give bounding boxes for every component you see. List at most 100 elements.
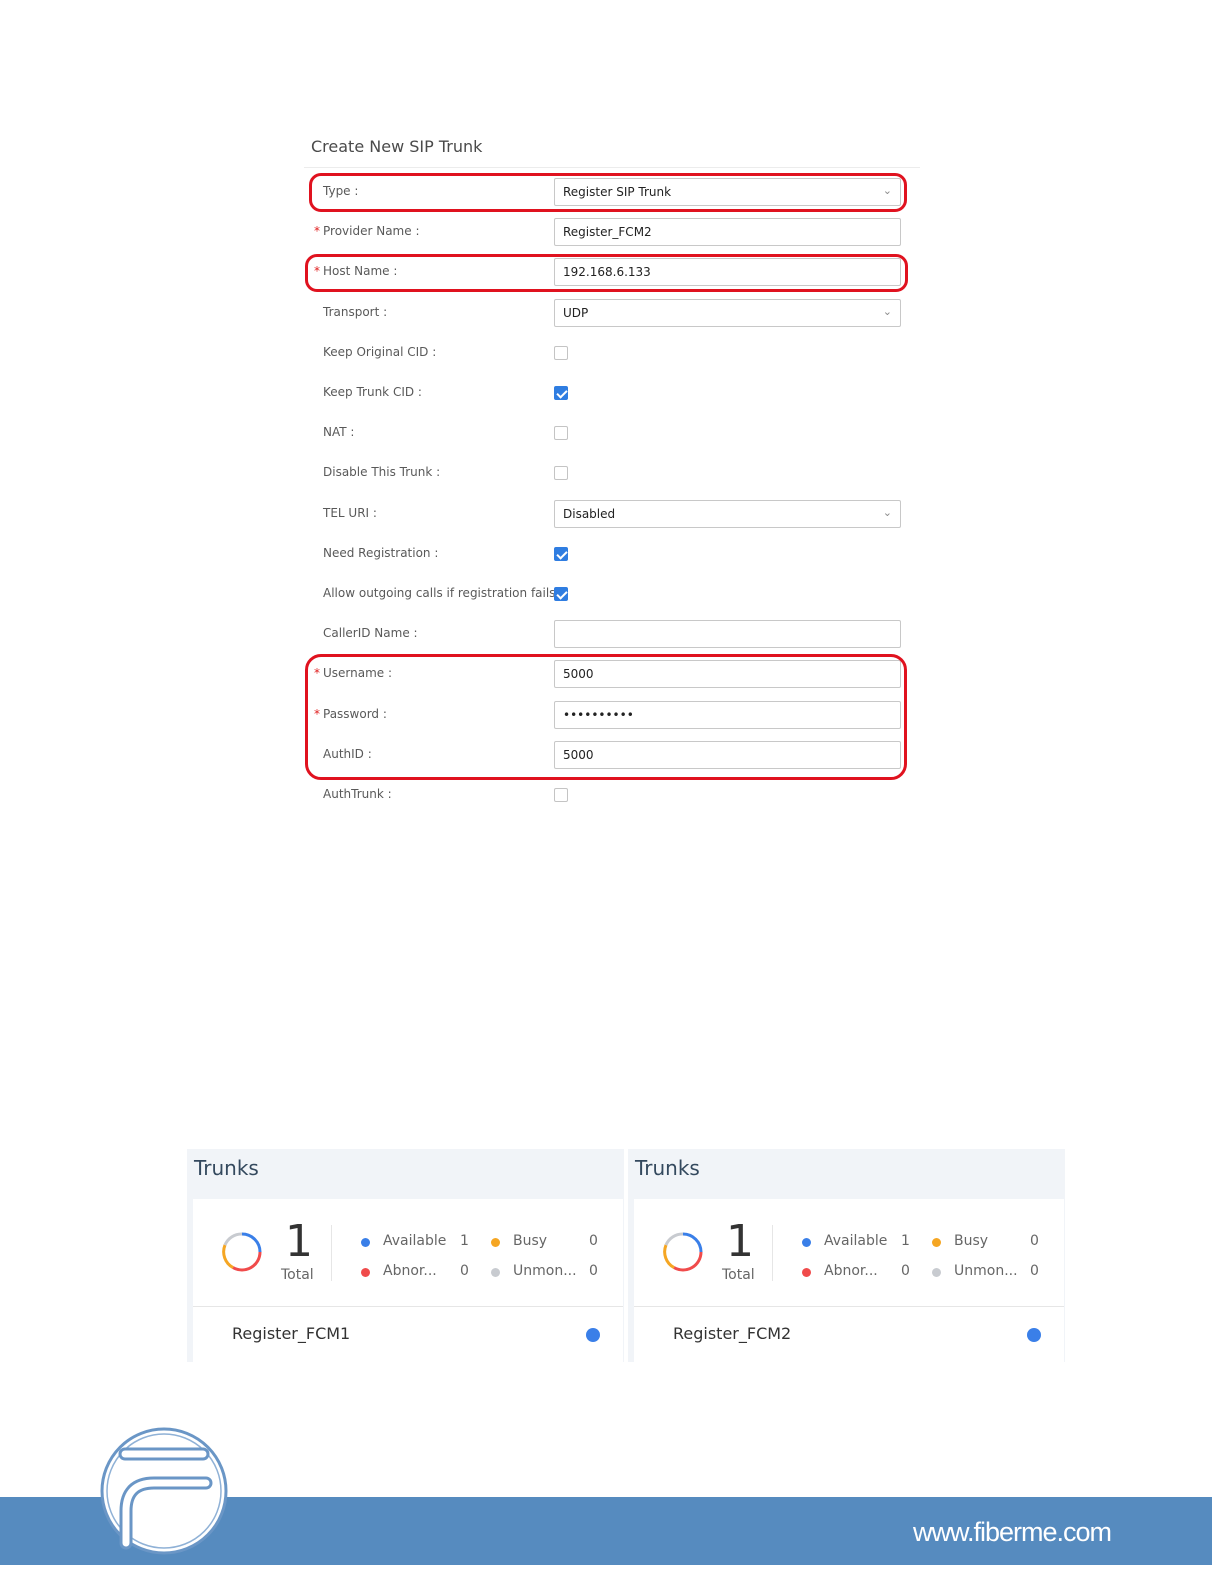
card-divider [634,1306,1064,1307]
form-row-need-registration: Need Registration : [300,539,920,569]
keep-trunk-cid-label: Keep Trunk CID : [323,385,422,399]
username-input[interactable]: 5000 [554,660,901,688]
panel-title: Trunks [635,1156,700,1180]
stat-unmon: Unmon... 0 [932,1263,1042,1281]
authid-input[interactable]: 5000 [554,741,901,769]
allow-outgoing-calls-if-registration-fails-checkbox[interactable] [554,587,568,601]
stat-value: 0 [1030,1233,1039,1249]
keep-original-cid-label: Keep Original CID : [323,345,437,359]
keep-original-cid-checkbox[interactable] [554,346,568,360]
need-registration-label: Need Registration : [323,546,439,560]
form-row-nat: NAT : [300,418,920,448]
form-row-allow-outgoing-calls-if-registration-fails: Allow outgoing calls if registration fai… [300,579,920,609]
create-sip-trunk-form: Create New SIP Trunk Type : Register SIP … [300,128,920,818]
form-row-callerid-name: CallerID Name : [300,619,920,649]
password-label: Password : [323,707,387,721]
trunks-panel-left: Trunks 1 Total Available 1 Busy 0 Abnor... 0 Unmo… [187,1149,624,1362]
stat-name: Available [824,1233,888,1249]
stat-name: Available [383,1233,447,1249]
stat-name: Unmon... [954,1263,1018,1279]
trunk-status-dot-icon [1027,1328,1041,1342]
authtrunk-checkbox[interactable] [554,788,568,802]
required-marker: * [314,224,320,238]
stat-abnor: Abnor... 0 [361,1263,471,1281]
host-name-label: Host Name : [323,264,398,278]
stat-value: 0 [901,1263,910,1279]
tel-uri-select[interactable]: Disabled ⌄ [554,500,901,528]
form-row-keep-original-cid: Keep Original CID : [300,338,920,368]
stats-divider [772,1225,773,1281]
stat-value: 0 [589,1233,598,1249]
stat-name: Abnor... [824,1263,878,1279]
footer-url[interactable]: www.fiberme.com [913,1517,1112,1548]
card-divider [193,1306,623,1307]
password-input[interactable]: •••••••••• [554,701,901,729]
transport-select-value: UDP [563,306,589,320]
stat-busy: Busy 0 [491,1233,601,1251]
form-row-authid: AuthID : 5000 [300,740,920,770]
status-dot-icon [802,1238,811,1247]
form-row-provider-name: * Provider Name : Register_FCM2 [300,217,920,247]
trunk-status-donut-icon [663,1232,703,1272]
total-label: Total [722,1267,755,1283]
authid-label: AuthID : [323,747,372,761]
type-select[interactable]: Register SIP Trunk ⌄ [554,178,901,206]
chevron-down-icon: ⌄ [882,184,892,197]
fiberme-logo-icon [100,1427,228,1555]
form-row-password: * Password : •••••••••• [300,700,920,730]
form-row-type: Type : Register SIP Trunk ⌄ [300,177,920,207]
stat-busy: Busy 0 [932,1233,1042,1251]
required-marker: * [314,707,320,721]
trunk-status-donut-icon [222,1232,262,1272]
type-label: Type : [323,184,359,198]
stat-value: 1 [460,1233,469,1249]
tel-uri-select-value: Disabled [563,507,616,521]
stat-value: 0 [460,1263,469,1279]
host-name-input[interactable]: 192.168.6.133 [554,258,901,286]
stat-value: 0 [589,1263,598,1279]
stat-name: Busy [513,1233,548,1249]
callerid-name-input[interactable] [554,620,901,648]
status-dot-icon [361,1238,370,1247]
form-row-username: * Username : 5000 [300,659,920,689]
stat-name: Busy [954,1233,989,1249]
stat-abnor: Abnor... 0 [802,1263,912,1281]
required-marker: * [314,666,320,680]
trunk-status-dot-icon [586,1328,600,1342]
chevron-down-icon: ⌄ [882,506,892,519]
status-dot-icon [361,1268,370,1277]
provider-name-label: Provider Name : [323,224,420,238]
transport-select[interactable]: UDP ⌄ [554,299,901,327]
allow-outgoing-calls-if-registration-fails-label: Allow outgoing calls if registration fai… [323,586,564,600]
stat-value: 1 [901,1233,910,1249]
form-row-authtrunk: AuthTrunk : [300,780,920,810]
stats-divider [331,1225,332,1281]
form-row-tel-uri: TEL URI : Disabled ⌄ [300,499,920,529]
form-row-disable-this-trunk: Disable This Trunk : [300,458,920,488]
form-row-transport: Transport : UDP ⌄ [300,298,920,328]
username-label: Username : [323,666,393,680]
status-dot-icon [932,1268,941,1277]
form-row-host-name: * Host Name : 192.168.6.133 [300,257,920,287]
disable-this-trunk-checkbox[interactable] [554,466,568,480]
required-marker: * [314,264,320,278]
stat-unmon: Unmon... 0 [491,1263,601,1281]
trunk-summary-card: 1 Total Available 1 Busy 0 Abnor... 0 Unmon... 0 R… [634,1199,1064,1362]
trunk-summary-card: 1 Total Available 1 Busy 0 Abnor... 0 Unmon... 0 R… [193,1199,623,1362]
total-label: Total [281,1267,314,1283]
nat-checkbox[interactable] [554,426,568,440]
total-count: 1 [726,1216,754,1267]
provider-name-input[interactable]: Register_FCM2 [554,218,901,246]
keep-trunk-cid-checkbox[interactable] [554,386,568,400]
trunks-panel-right: Trunks 1 Total Available 1 Busy 0 Abnor... 0 Unmo… [628,1149,1065,1362]
status-dot-icon [491,1268,500,1277]
type-select-value: Register SIP Trunk [563,185,672,199]
stat-value: 0 [1030,1263,1039,1279]
need-registration-checkbox[interactable] [554,547,568,561]
trunk-name[interactable]: Register_FCM2 [673,1324,791,1343]
stat-available: Available 1 [802,1233,912,1251]
stat-name: Unmon... [513,1263,577,1279]
stat-available: Available 1 [361,1233,471,1251]
trunk-name[interactable]: Register_FCM1 [232,1324,350,1343]
total-count: 1 [285,1216,313,1267]
